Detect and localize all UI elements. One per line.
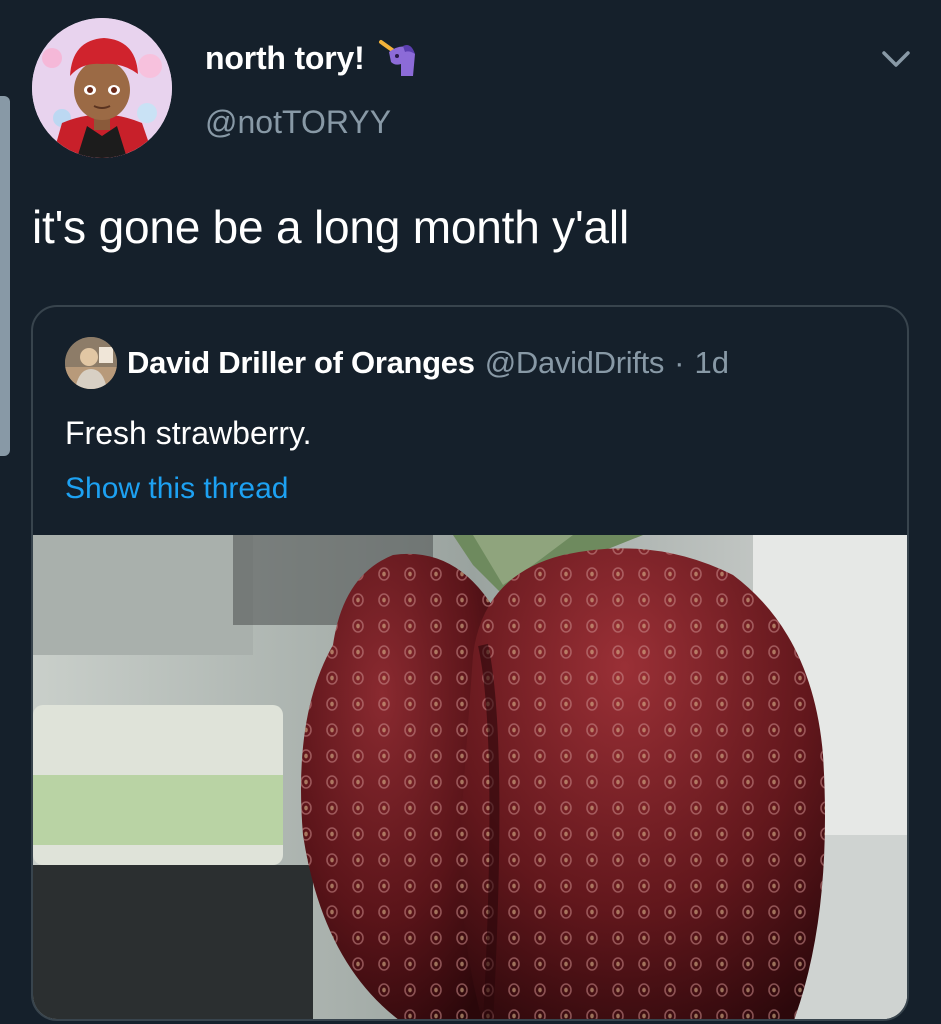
display-name[interactable]: north tory! (205, 40, 365, 77)
tweet-text: it's gone be a long month y'all (32, 201, 629, 253)
quoted-tweet-text: Fresh strawberry. (65, 415, 312, 451)
quoted-handle[interactable]: @DavidDrifts (485, 345, 665, 381)
show-thread-link[interactable]: Show this thread (65, 472, 288, 506)
unicorn-icon (375, 38, 419, 78)
quoted-timestamp[interactable]: 1d (694, 345, 728, 381)
quoted-tweet-card[interactable]: David Driller of Oranges @DavidDrifts · … (31, 305, 909, 1021)
user-handle[interactable]: @notTORYY (205, 104, 391, 141)
quoted-tweet-header: David Driller of Oranges @DavidDrifts · … (65, 337, 729, 389)
quoted-separator: · (674, 345, 685, 380)
scroll-indicator[interactable] (0, 96, 10, 456)
avatar[interactable] (32, 18, 172, 158)
strawberry-photo[interactable] (33, 535, 907, 1019)
quoted-display-name[interactable]: David Driller of Oranges (127, 345, 475, 381)
chevron-down-icon[interactable] (878, 44, 914, 74)
quoted-avatar[interactable] (65, 337, 117, 389)
